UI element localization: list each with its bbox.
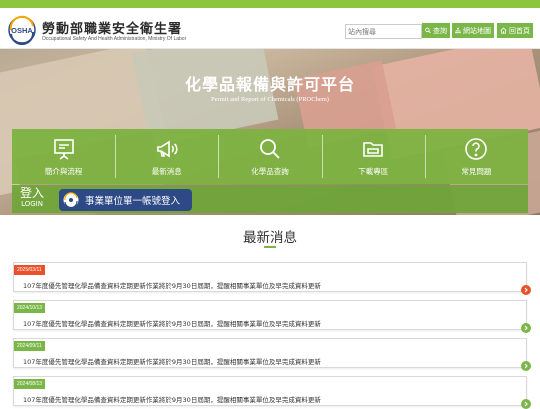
login-bar: 登入 LOGIN 事業單位單一帳號登入: [12, 185, 528, 213]
news-date: 2024/08/13: [14, 379, 46, 389]
org-english-name: Occupational Safety And Health Administr…: [42, 36, 187, 42]
news-date: 2025/03/11: [14, 265, 45, 275]
nav-label: 最新消息: [151, 166, 182, 176]
sitemap-button[interactable]: 網站地圖: [452, 23, 494, 38]
org-name[interactable]: 勞動部職業安全衛生署: [42, 18, 182, 37]
news-date: 2024/10/13: [14, 303, 46, 313]
osha-logo-icon: [63, 192, 79, 208]
news-text: 107年度優先管理化學品備查資料定期更新作業將於9月30日屆期，提醒相關事業單位…: [23, 282, 321, 290]
news-arrow-button[interactable]: [521, 361, 531, 371]
nav-label: 常見問題: [461, 166, 492, 176]
search-button[interactable]: 查詢: [422, 23, 450, 38]
chevron-right-icon: [524, 401, 528, 407]
news-arrow-button[interactable]: [521, 323, 531, 333]
nav-label: 化學品查詢: [251, 166, 289, 176]
nav-chemical-search[interactable]: 化學品查詢: [218, 129, 321, 184]
nav-downloads[interactable]: 下載專區: [321, 129, 425, 184]
login-label-en: LOGIN: [21, 200, 43, 208]
question-icon: [465, 137, 488, 160]
nav-faq[interactable]: 常見問題: [424, 129, 528, 184]
nav-intro-process[interactable]: 簡介與流程: [12, 129, 115, 184]
logo-text: OSHA: [11, 26, 33, 35]
news-text: 107年度優先管理化學品備查資料定期更新作業將於9月30日屆期，提醒相關事業單位…: [23, 396, 321, 404]
top-accent-strip: [0, 0, 540, 8]
nav-latest-news[interactable]: 最新消息: [115, 129, 218, 184]
news-text: 107年度優先管理化學品備查資料定期更新作業將於9月30日屆期，提醒相關事業單位…: [23, 358, 321, 366]
home-button-label: 回首頁: [509, 26, 530, 35]
sitemap-icon: [455, 27, 461, 34]
megaphone-icon: [156, 140, 178, 157]
news-item[interactable]: 2025/03/11 107年度優先管理化學品備查資料定期更新作業將於9月30日…: [13, 262, 531, 295]
login-label-zh: 登入: [20, 186, 45, 200]
site-header: OSHA 勞動部職業安全衛生署 Occupational Safety And …: [0, 8, 540, 49]
sso-login-label: 事業單位單一帳號登入: [85, 196, 181, 207]
news-date: 2024/09/11: [14, 341, 45, 351]
home-button[interactable]: 回首頁: [497, 23, 533, 38]
nav-label: 簡介與流程: [44, 166, 83, 176]
section-title-underline: [264, 246, 276, 248]
sso-login-button[interactable]: 事業單位單一帳號登入: [59, 189, 192, 211]
home-icon: [500, 27, 507, 34]
nav-label: 下載專區: [358, 166, 389, 176]
news-arrow-button[interactable]: [521, 285, 531, 295]
main-nav: 簡介與流程 最新消息 化學品查詢 下載專區 常見問題: [12, 129, 528, 184]
sitemap-button-label: 網站地圖: [463, 26, 491, 35]
news-item[interactable]: 2024/09/11 107年度優先管理化學品備查資料定期更新作業將於9月30日…: [13, 338, 531, 371]
folder-icon: [363, 141, 384, 157]
hero-subtitle: Permit and Report of Chemicals (PROChem): [211, 96, 329, 103]
search-icon: [260, 138, 280, 159]
chevron-right-icon: [524, 287, 528, 293]
login-label: 登入 LOGIN: [20, 187, 44, 208]
search-input[interactable]: [345, 24, 422, 39]
search-icon: [425, 27, 431, 34]
presentation-board-icon: [53, 138, 74, 160]
news-arrow-button[interactable]: [521, 399, 531, 409]
chevron-right-icon: [524, 363, 528, 369]
news-item[interactable]: 2024/08/13 107年度優先管理化學品備查資料定期更新作業將於9月30日…: [13, 376, 531, 409]
news-section-title: 最新消息: [243, 230, 297, 246]
search-button-label: 查詢: [433, 26, 447, 35]
chevron-right-icon: [524, 325, 528, 331]
hero-title: 化學品報備與許可平台: [184, 75, 355, 94]
news-item[interactable]: 2024/10/13 107年度優先管理化學品備查資料定期更新作業將於9月30日…: [13, 300, 531, 333]
osha-logo[interactable]: OSHA: [7, 15, 37, 45]
news-text: 107年度優先管理化學品備查資料定期更新作業將於9月30日屆期，提醒相關事業單位…: [23, 320, 321, 328]
